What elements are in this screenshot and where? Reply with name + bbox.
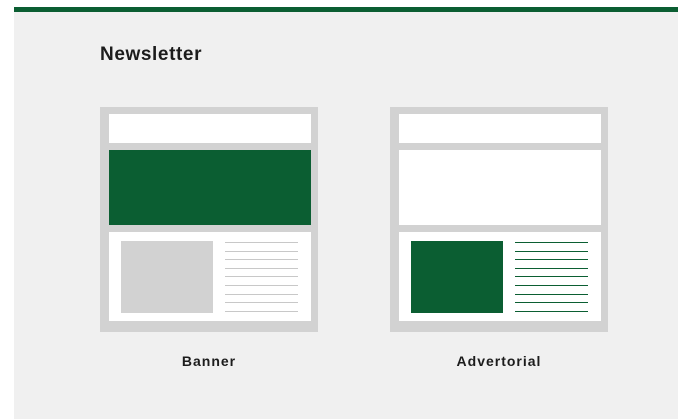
banner-block	[109, 150, 311, 225]
text-line	[515, 302, 588, 304]
advertorial-image-block	[411, 241, 503, 313]
banner-label: Banner	[181, 353, 237, 369]
text-line	[225, 242, 298, 243]
hero-block	[399, 150, 601, 225]
banner-layout-preview[interactable]	[100, 107, 318, 332]
text-line	[225, 259, 298, 261]
text-line	[225, 302, 298, 304]
image-placeholder	[121, 241, 213, 313]
text-line	[225, 284, 298, 286]
text-line	[515, 259, 588, 261]
text-line	[515, 242, 588, 243]
advertorial-label: Advertorial	[456, 353, 542, 369]
content-block	[399, 232, 601, 321]
text-line	[515, 276, 588, 278]
text-line	[515, 267, 588, 269]
header-bar	[399, 114, 601, 143]
text-line	[225, 267, 298, 269]
section-title: Newsletter	[100, 44, 203, 65]
text-line	[225, 293, 298, 295]
text-lines	[515, 242, 588, 319]
text-line	[225, 276, 298, 278]
text-line	[225, 250, 298, 252]
advertorial-layout-preview[interactable]	[390, 107, 608, 332]
text-lines	[225, 242, 298, 319]
text-line	[515, 293, 588, 295]
text-line	[515, 310, 588, 312]
text-line	[515, 250, 588, 252]
content-block	[109, 232, 311, 321]
header-bar	[109, 114, 311, 143]
text-line	[225, 310, 298, 312]
text-line	[515, 284, 588, 286]
